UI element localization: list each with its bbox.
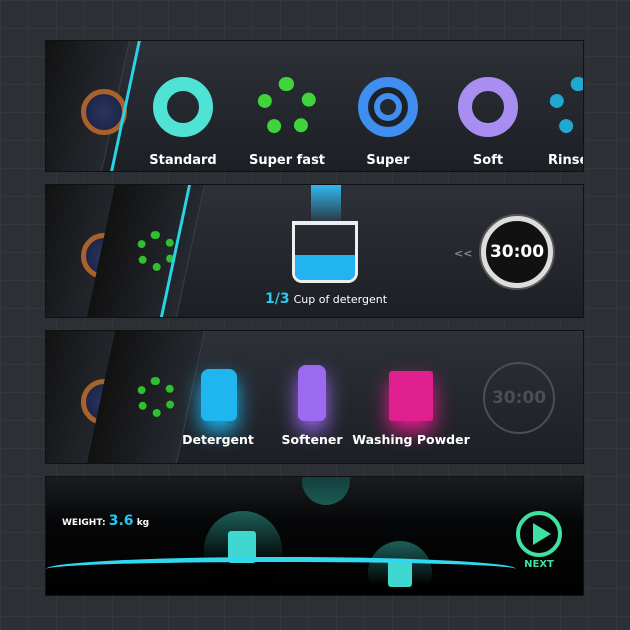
powder-bag-icon[interactable] (389, 371, 433, 421)
water-stream (311, 185, 341, 225)
floating-shirt (302, 477, 350, 505)
mode-icon (358, 77, 418, 137)
weight-readout: WEIGHT: 3.6 kg (62, 513, 150, 529)
detergent-panel: Detergent Softener Washing Powder 30:00 (45, 330, 584, 464)
dose-panel: 1/3 Cup of detergent << 30:00 (45, 184, 584, 318)
mode-rinse[interactable]: Rinse+D (524, 77, 583, 168)
mode-super-fast[interactable]: Super fast (232, 77, 342, 168)
dose-text: 1/3 Cup of detergent (264, 291, 388, 307)
mode-super[interactable]: Super (333, 77, 443, 168)
next-label[interactable]: NEXT (516, 559, 562, 570)
cup-icon (292, 221, 358, 283)
powder-label[interactable]: Washing Powder (351, 432, 471, 447)
timer-inactive: 30:00 (483, 362, 555, 434)
softener-bottle-icon[interactable] (298, 365, 326, 421)
softener-label[interactable]: Softener (274, 432, 350, 447)
detergent-label[interactable]: Detergent (176, 432, 260, 447)
water-wave (46, 557, 516, 569)
timer-button[interactable]: 30:00 (481, 216, 553, 288)
weight-panel: WEIGHT: 3.6 kg NEXT (45, 476, 584, 596)
wash-mode-panel: Standard Super fast Super Soft Rinse+D (45, 40, 584, 172)
mode-icon (458, 77, 518, 137)
mode-icon (257, 77, 317, 137)
mode-icon (136, 377, 176, 417)
next-button[interactable] (516, 511, 562, 557)
detergent-bottle-icon[interactable] (201, 369, 237, 421)
play-icon (532, 523, 551, 545)
rewind-icon[interactable]: << (454, 247, 472, 260)
mode-icon (549, 77, 583, 137)
floating-shirt (204, 511, 282, 589)
mode-standard[interactable]: Standard (128, 77, 238, 168)
mode-icon (153, 77, 213, 137)
